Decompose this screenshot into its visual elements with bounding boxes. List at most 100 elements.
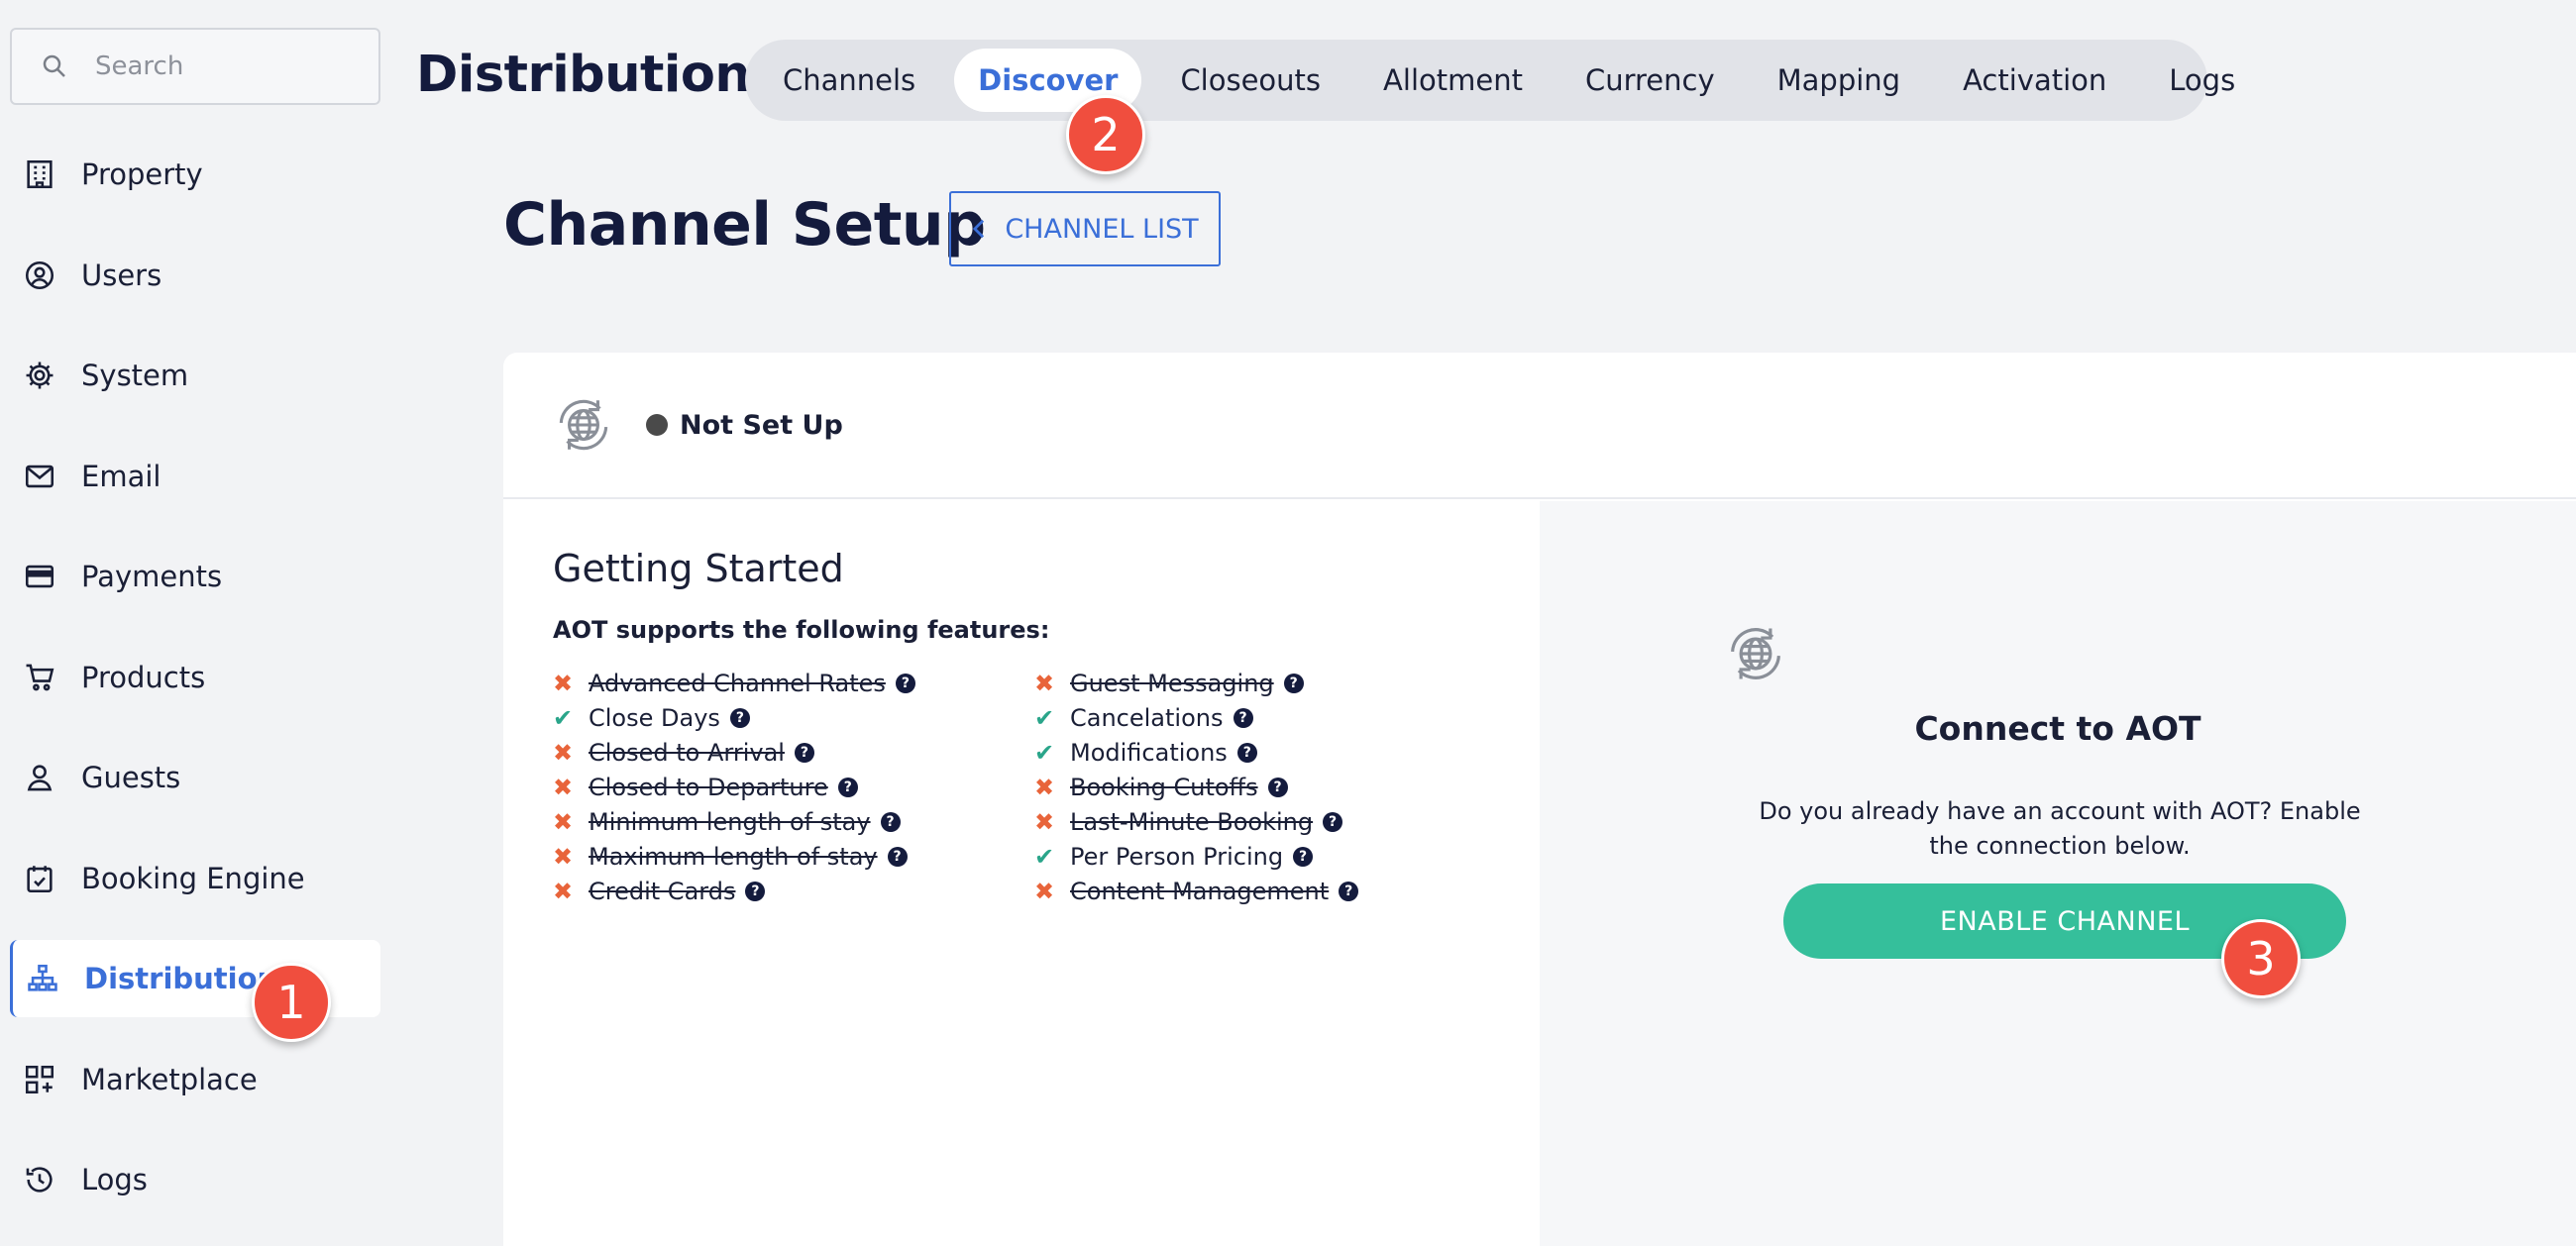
sidebar-item-email[interactable]: Email [10,438,380,515]
connect-description: Do you already have an account with AOT?… [1759,797,2361,860]
feature-label: Guest Messaging [1070,669,1274,697]
feature-label: Advanced Channel Rates [589,669,886,697]
search-input[interactable] [95,52,373,81]
cross-icon: ✖ [553,807,574,836]
feature-item: ✖ Credit Cards? [553,874,915,908]
check-icon: ✔ [553,703,574,732]
help-icon[interactable]: ? [729,707,750,728]
step-badge-3: 3 [2221,919,2301,998]
help-icon[interactable]: ? [880,811,901,832]
feature-item: ✖ Content Management? [1034,874,1359,908]
tab-currency[interactable]: Currency [1561,49,1739,112]
page-title: Channel Setup [503,190,986,260]
feature-label: Close Days [589,703,720,732]
help-icon[interactable]: ? [1236,742,1257,763]
sidebar-item-label: Booking Engine [81,862,305,895]
status-dot [646,414,668,436]
feature-item: ✔ Modifications? [1034,735,1358,770]
channel-list-button[interactable]: CHANNEL LIST [949,191,1221,266]
calendar-check-icon [20,859,59,898]
cross-icon: ✖ [553,773,574,801]
help-icon[interactable]: ? [837,777,858,797]
sidebar-item-marketplace[interactable]: Marketplace [10,1041,380,1118]
section-title: Distribution [416,46,751,104]
check-icon: ✔ [1034,842,1055,871]
search-icon [43,54,65,77]
sidebar-item-label: Payments [81,560,223,593]
help-icon[interactable]: ? [1323,811,1343,832]
chevron-left-icon [973,219,985,239]
sidebar-item-label: Marketplace [81,1063,258,1096]
channel-card: Not Set Up Getting Started AOT supports … [503,353,2576,1246]
features-intro: AOT supports the following features: [553,616,1050,644]
tab-mapping[interactable]: Mapping [1754,49,1924,112]
feature-item: ✖ Guest Messaging? [1034,666,1358,700]
feature-item: ✖ Closed to Arrival? [553,735,915,770]
credit-card-icon [20,557,59,596]
sidebar-item-payments[interactable]: Payments [10,538,380,615]
tab-closeouts[interactable]: Closeouts [1156,49,1344,112]
sidebar-item-label: Email [81,460,161,493]
cross-icon: ✖ [1034,773,1055,801]
getting-started-heading: Getting Started [553,547,844,590]
help-icon[interactable]: ? [1233,707,1253,728]
card-status-bar: Not Set Up [503,353,2576,499]
sidebar-item-label: Users [81,259,162,292]
cart-icon [20,658,59,697]
cross-icon: ✖ [1034,669,1055,697]
sidebar-item-products[interactable]: Products [10,639,380,716]
sidebar: Property Users System Email Payments Pro… [0,0,396,1246]
help-icon[interactable]: ? [895,673,915,693]
check-icon: ✔ [1034,738,1055,767]
features-pane: Getting Started AOT supports the followi… [503,501,1540,1246]
help-icon[interactable]: ? [1267,777,1288,797]
help-icon[interactable]: ? [794,742,814,763]
sidebar-item-logs[interactable]: Logs [10,1141,380,1218]
tab-activation[interactable]: Activation [1939,49,2130,112]
feature-item: ✔ Close Days? [553,700,915,735]
cross-icon: ✖ [553,669,574,697]
cross-icon: ✖ [553,877,574,905]
status-badge: Not Set Up [680,409,843,441]
sidebar-item-label: Property [81,157,203,191]
user-circle-icon [20,256,59,295]
help-icon[interactable]: ? [745,881,766,901]
feature-item: ✖ Booking Cutoffs? [1034,770,1358,804]
sidebar-item-label: Guests [81,761,181,794]
tab-channels[interactable]: Channels [759,49,939,112]
check-icon: ✔ [1034,703,1055,732]
sidebar-item-label: Distribution [84,962,278,995]
help-icon[interactable]: ? [1293,846,1314,867]
cross-icon: ✖ [553,842,574,871]
cross-icon: ✖ [1034,877,1055,905]
help-icon[interactable]: ? [1283,673,1304,693]
connect-heading: Connect to AOT [1914,709,2201,748]
sidebar-item-label: Logs [81,1163,148,1196]
feature-label: Last-Minute Booking [1070,807,1314,836]
globe-sync-icon [1731,628,1780,679]
feature-item: ✔ Per Person Pricing? [1034,839,1358,874]
sidebar-item-guests[interactable]: Guests [10,739,380,816]
search-box[interactable] [10,28,380,105]
sidebar-item-system[interactable]: System [10,337,380,414]
feature-label: Credit Cards [589,877,736,905]
feature-item: ✖ Maximum length of stay? [553,839,915,874]
step-badge-2: 2 [1066,95,1145,174]
tab-logs[interactable]: Logs [2145,49,2259,112]
gear-icon [20,356,59,395]
help-icon[interactable]: ? [887,846,908,867]
sidebar-item-label: System [81,359,189,392]
sidebar-item-label: Products [81,661,206,694]
tab-allotment[interactable]: Allotment [1359,49,1547,112]
sidebar-item-property[interactable]: Property [10,136,380,213]
help-icon[interactable]: ? [1339,881,1359,901]
sidebar-item-booking-engine[interactable]: Booking Engine [10,840,380,917]
feature-item: ✖ Closed to Departure? [553,770,915,804]
feature-item: ✔ Cancelations? [1034,700,1358,735]
feature-label: Cancelations [1070,703,1224,732]
sidebar-item-users[interactable]: Users [10,237,380,314]
connect-pane: Connect to AOT Do you already have an ac… [1540,501,2576,1246]
feature-item: ✖ Advanced Channel Rates? [553,666,915,700]
feature-label: Booking Cutoffs [1070,773,1258,801]
channel-list-label: CHANNEL LIST [1005,213,1199,245]
